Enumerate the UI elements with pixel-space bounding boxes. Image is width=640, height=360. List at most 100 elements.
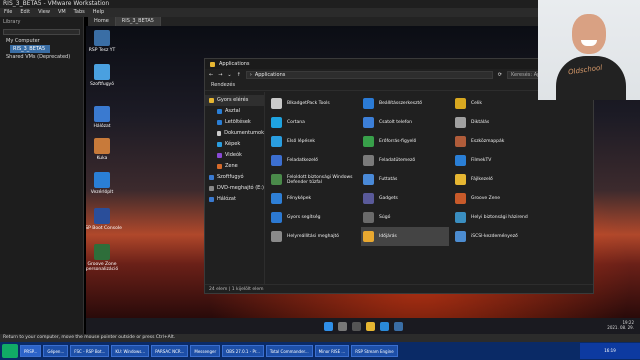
library-item-my-computer[interactable]: My Computer: [0, 37, 83, 45]
app-icon: [94, 138, 110, 154]
app-tile[interactable]: Helyreállítási meghajtó: [269, 227, 357, 246]
app-label: Celik: [471, 101, 483, 106]
nav-item-label: Képek: [225, 141, 241, 147]
nav-item-label: Hálózat: [217, 196, 236, 202]
host-task-button[interactable]: FSC - RSP Bot...: [70, 345, 110, 357]
vm-menu-item[interactable]: Edit: [20, 8, 30, 17]
app-tile[interactable]: Gadgets: [361, 189, 449, 208]
host-task-button[interactable]: RSP Stream Engine: [351, 345, 398, 357]
navigation-pane: Gyors elérés Asztal Letöltések Dokumentumok…: [205, 92, 265, 284]
app-tile[interactable]: Futtatás: [361, 170, 449, 189]
tab-home[interactable]: Home: [88, 17, 116, 26]
library-title: Library: [3, 19, 21, 25]
app-tile[interactable]: Csatolt telefon: [361, 113, 449, 132]
task-view-icon[interactable]: [351, 321, 361, 331]
host-task-button[interactable]: Total Commander...: [265, 345, 313, 357]
nav-item[interactable]: Videók: [205, 150, 264, 161]
up-arrow-icon[interactable]: ↑: [237, 72, 241, 78]
desktop-icon-label: RSP Tesz YT: [88, 48, 116, 53]
vm-menu-item[interactable]: View: [38, 8, 50, 17]
edge-icon[interactable]: [379, 321, 389, 331]
store-icon[interactable]: [393, 321, 403, 331]
desktop-icon[interactable]: RSP Tesz YT: [86, 30, 122, 53]
app-tile[interactable]: Feladatütemező: [361, 151, 449, 170]
host-task-button[interactable]: Gépen...: [43, 345, 69, 357]
tab-vm[interactable]: RIS_3_BETA5: [115, 17, 161, 26]
app-tile[interactable]: Feladatkezelő: [269, 151, 357, 170]
app-tile[interactable]: Celik: [453, 94, 541, 113]
host-tray-clock[interactable]: 16:19: [580, 343, 640, 359]
app-label: Feladatütemező: [379, 158, 416, 163]
host-task-button[interactable]: Minor RISE ...: [314, 345, 350, 357]
guest-clock[interactable]: 19:22 2021. 08. 29.: [607, 320, 634, 330]
nav-item[interactable]: Gyors elérés: [205, 95, 264, 106]
app-tile[interactable]: Beállításszerkesztő: [361, 94, 449, 113]
refresh-icon[interactable]: ⟳: [498, 72, 502, 78]
explorer-titlebar: Applications – □ ×: [205, 59, 593, 69]
app-tile[interactable]: Groove Zene: [453, 189, 541, 208]
desktop-icon[interactable]: Kuka: [86, 138, 122, 161]
nav-folder-icon: [209, 186, 214, 191]
app-icon: [455, 174, 466, 185]
library-item-shared[interactable]: Shared VMs (Deprecated): [0, 53, 83, 61]
start-icon[interactable]: [323, 321, 333, 331]
library-item-vm[interactable]: RIS_3_BETA5: [10, 45, 50, 53]
app-tile[interactable]: BlkadgetPack Tools: [269, 94, 357, 113]
app-tile[interactable]: Erőforrás-figyelő: [361, 132, 449, 151]
desktop-icon[interactable]: Hálózat: [86, 106, 122, 129]
desktop-icon[interactable]: RSP Boot Console: [86, 208, 122, 231]
app-tile[interactable]: Feloldott biztonsági Windows Defender tű…: [269, 170, 357, 189]
app-tile[interactable]: Első lépések: [269, 132, 357, 151]
nav-item[interactable]: DVD-meghajtó (E:): [205, 183, 264, 194]
vm-menu-item[interactable]: Help: [93, 8, 104, 17]
host-task-button[interactable]: PRSP...: [20, 345, 42, 357]
host-task-button[interactable]: OBS 27.0.1 - Pr...: [222, 345, 264, 357]
nav-item[interactable]: Dokumentumok: [205, 128, 264, 139]
address-bar[interactable]: › Applications: [245, 70, 493, 79]
app-tile[interactable]: Gyors segítség: [269, 208, 357, 227]
nav-item[interactable]: Zene: [205, 161, 264, 172]
app-tile[interactable]: iSCSI-kezdeményező: [453, 227, 541, 246]
vm-menu-item[interactable]: Tabs: [74, 8, 85, 17]
app-tile[interactable]: Cortana: [269, 113, 357, 132]
app-tile[interactable]: Diktálás: [453, 113, 541, 132]
desktop-icon[interactable]: Szoftfugyó: [86, 64, 122, 87]
app-icon: [363, 117, 374, 128]
sort-button[interactable]: Rendezés: [205, 80, 593, 91]
breadcrumb-applications[interactable]: Applications: [255, 72, 286, 78]
host-task-button[interactable]: Messenger: [190, 345, 221, 357]
app-tile[interactable]: Fájlkezelő: [453, 170, 541, 189]
nav-item[interactable]: Asztal: [205, 106, 264, 117]
streamer-shirt: [556, 56, 626, 100]
desktop-icon[interactable]: VezérlőpIt: [86, 172, 122, 195]
nav-item[interactable]: Letöltések: [205, 117, 264, 128]
desktop-icon[interactable]: Groove Zone personalizáció: [86, 244, 122, 272]
nav-item[interactable]: Hálózat: [205, 194, 264, 205]
app-tile[interactable]: Időjárás: [361, 227, 449, 246]
vm-menu-item[interactable]: File: [4, 8, 12, 17]
search-icon[interactable]: [337, 321, 347, 331]
nav-item[interactable]: Szoftfugyó: [205, 172, 264, 183]
screen: RIS_3_BETA5 - VMware Workstation File Edi…: [0, 0, 640, 360]
app-tile[interactable]: Eszközmappák: [453, 132, 541, 151]
forward-arrow-icon[interactable]: →: [218, 72, 222, 78]
app-label: iSCSI-kezdeményező: [471, 234, 518, 239]
vm-menu-item[interactable]: VM: [58, 8, 66, 17]
app-icon: [363, 231, 374, 242]
app-tile[interactable]: Súgó: [361, 208, 449, 227]
back-arrow-icon[interactable]: ←: [209, 72, 213, 78]
app-tile[interactable]: FilmekTV: [453, 151, 541, 170]
app-label: BlkadgetPack Tools: [287, 101, 330, 106]
app-tile[interactable]: Fényképek: [269, 189, 357, 208]
library-search-input[interactable]: [3, 29, 80, 35]
host-task-button[interactable]: PARSAC NCR...: [151, 345, 189, 357]
app-tile[interactable]: Helyi biztonsági házirend: [453, 208, 541, 227]
desktop-icon-label: RSP Boot Console: [86, 226, 122, 231]
chevron-down-icon[interactable]: ⌄: [227, 72, 231, 78]
host-start-icon[interactable]: [2, 344, 18, 358]
nav-item[interactable]: Képek: [205, 139, 264, 150]
library-panel: Library My Computer RIS_3_BETA5 Shared V…: [0, 17, 84, 342]
host-task-button[interactable]: KU: Windows...: [111, 345, 150, 357]
app-label: FilmekTV: [471, 158, 492, 163]
file-explorer-icon[interactable]: [365, 321, 375, 331]
